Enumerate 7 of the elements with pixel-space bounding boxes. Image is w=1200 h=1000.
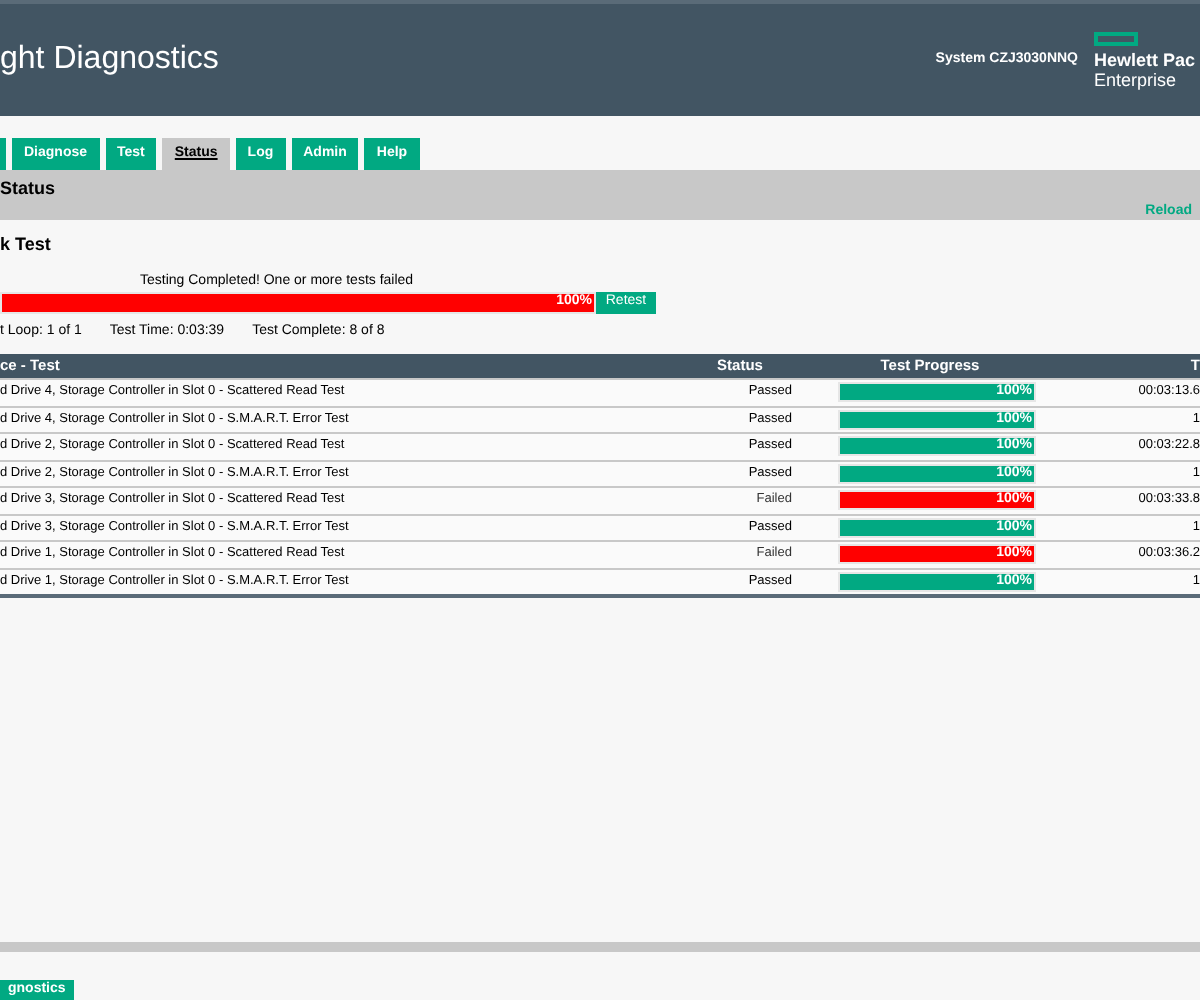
logo-text: Enterprise [1094, 69, 1179, 89]
logo-text: Hewlett Pac [1094, 49, 1198, 69]
tab-edge[interactable] [0, 138, 6, 170]
app-title: ght Diagnostics [0, 40, 219, 80]
logo-icon [1094, 31, 1138, 45]
section-title: Status [0, 176, 58, 202]
test-title: k Test [0, 232, 53, 256]
